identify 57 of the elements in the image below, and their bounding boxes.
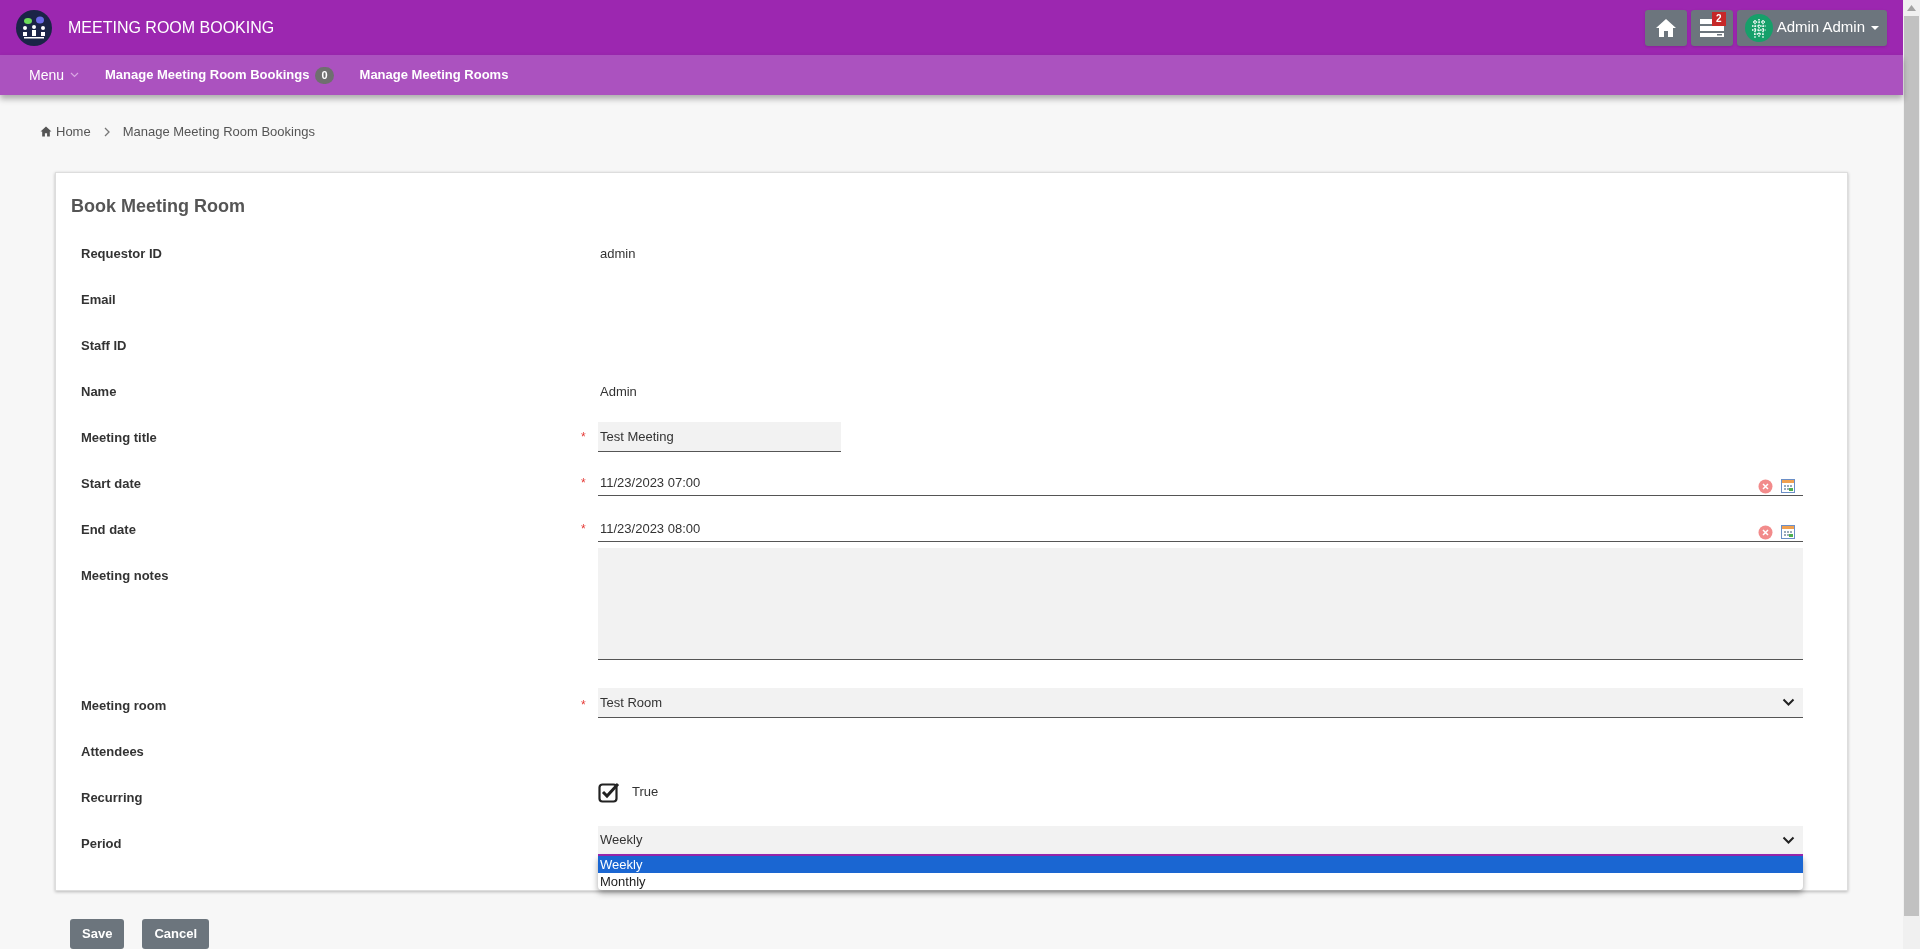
chevron-right-icon — [102, 126, 111, 137]
field-label: Meeting title — [80, 429, 158, 447]
checkbox[interactable] — [598, 781, 620, 803]
field-label: Email — [80, 291, 117, 309]
date-field[interactable]: 11/23/2023 08:00 — [598, 516, 1803, 542]
home-icon — [1654, 17, 1677, 38]
nav-link[interactable]: Manage Meeting Rooms — [359, 65, 509, 85]
required-asterisk: * — [581, 476, 586, 490]
form-title: Book Meeting Room — [71, 195, 246, 218]
dropdown-option[interactable]: Monthly — [598, 873, 1803, 890]
scrollbar-thumb[interactable] — [1904, 16, 1919, 916]
field-label: Meeting notes — [80, 567, 170, 585]
tasks-button[interactable]: 2 — [1690, 9, 1733, 46]
field-label: Start date — [80, 475, 142, 493]
field-label: Staff ID — [80, 337, 128, 355]
home-icon — [40, 126, 52, 138]
clear-icon[interactable] — [1758, 525, 1773, 540]
field-label: End date — [80, 521, 137, 539]
date-field[interactable]: 11/23/2023 07:00 — [598, 470, 1803, 496]
chevron-down-icon — [70, 72, 80, 79]
save-button[interactable]: Save — [70, 919, 125, 949]
select-field[interactable]: Weekly — [598, 826, 1803, 856]
app-title: MEETING ROOM BOOKING — [68, 17, 275, 38]
home-button[interactable] — [1644, 9, 1687, 46]
required-asterisk: * — [581, 430, 586, 444]
menu-dropdown[interactable]: Menu — [29, 64, 80, 86]
field-label: Recurring — [80, 789, 144, 807]
scroll-up-icon — [1907, 5, 1916, 11]
notification-badge: 2 — [1712, 11, 1726, 26]
cancel-button[interactable]: Cancel — [142, 919, 209, 949]
notes-field[interactable] — [598, 548, 1803, 660]
field-label: Period — [80, 835, 123, 853]
field-label: Attendees — [80, 743, 145, 761]
caret-icon — [1871, 25, 1879, 30]
dropdown-option[interactable]: Weekly — [598, 856, 1803, 873]
user-menu-button[interactable]: Admin Admin — [1736, 9, 1887, 46]
required-asterisk: * — [581, 698, 586, 712]
field-label: Meeting room — [80, 697, 168, 715]
checkbox-label: True — [632, 783, 659, 802]
field-value: admin — [599, 245, 637, 263]
calendar-icon[interactable] — [1781, 524, 1795, 539]
required-asterisk: * — [581, 522, 586, 536]
select-field[interactable]: Test Room — [598, 688, 1803, 718]
avatar-icon — [1744, 13, 1773, 42]
field-value: Admin — [599, 383, 638, 401]
field-label: Requestor ID — [80, 245, 163, 263]
clear-icon[interactable] — [1758, 479, 1773, 494]
chevron-down-icon — [1782, 835, 1795, 845]
calendar-icon[interactable] — [1781, 478, 1795, 493]
breadcrumb-link[interactable]: Home — [56, 121, 91, 142]
chevron-down-icon — [1782, 698, 1795, 707]
field-label: Name — [80, 383, 118, 401]
breadcrumb-current: Manage Meeting Room Bookings — [122, 122, 315, 141]
count-badge: 0 — [315, 66, 334, 84]
nav-link[interactable]: Manage Meeting Room Bookings — [105, 65, 310, 85]
logo-icon — [16, 9, 52, 46]
input-field[interactable]: Test Meeting — [598, 422, 841, 452]
